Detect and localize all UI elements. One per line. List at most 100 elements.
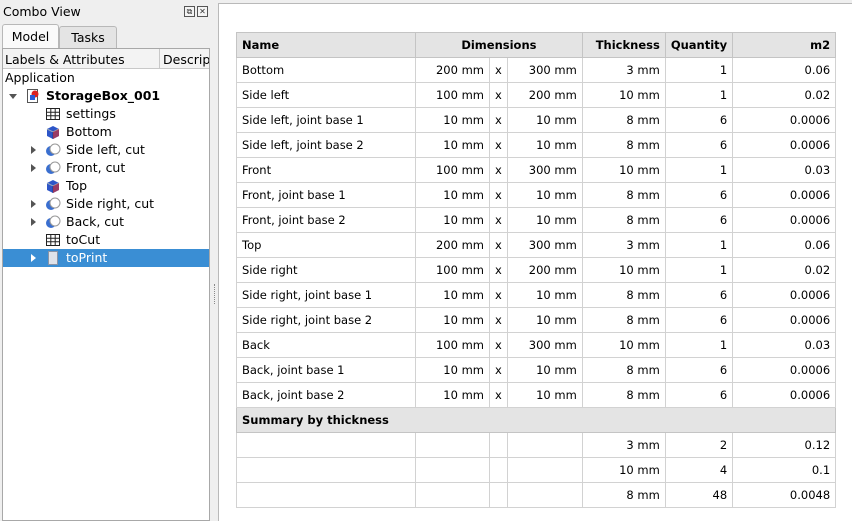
table-row: Side right, joint base 1 10 mm x 10 mm 8 mm 6… bbox=[236, 282, 837, 308]
cell-thickness: 10 mm bbox=[581, 157, 666, 183]
summary-row: 8 mm 48 0.0048 bbox=[236, 482, 837, 508]
cell-name: Top bbox=[236, 232, 416, 258]
tree-item-label: Side right, cut bbox=[66, 196, 155, 211]
cell-dimension-2: 10 mm bbox=[506, 107, 583, 133]
tree-item[interactable]: settings bbox=[3, 105, 209, 123]
cell-empty bbox=[236, 457, 416, 483]
cell-empty bbox=[236, 432, 416, 458]
tree-item[interactable]: Side left, cut bbox=[3, 141, 209, 159]
spreadsheet-print-view: Name Dimensions Thickness Quantity m2 Bo… bbox=[218, 3, 852, 521]
cell-name: Side right bbox=[236, 257, 416, 283]
document-icon bbox=[25, 88, 41, 104]
cell-m2: 0.06 bbox=[732, 57, 837, 83]
box-icon bbox=[45, 124, 61, 140]
summary-title: Summary by thickness bbox=[235, 407, 837, 433]
column-header-labels[interactable]: Labels & Attributes bbox=[3, 49, 160, 69]
cell-empty bbox=[506, 482, 583, 508]
cell-times: x bbox=[489, 107, 508, 133]
summary-header-row: Summary by thickness bbox=[235, 407, 837, 433]
collapse-arrow-icon[interactable] bbox=[9, 94, 17, 99]
splitter-grip[interactable] bbox=[214, 284, 216, 304]
header-m2: m2 bbox=[732, 32, 837, 58]
cell-dimension-2: 10 mm bbox=[506, 357, 583, 383]
cell-m2: 0.0006 bbox=[732, 357, 837, 383]
header-name: Name bbox=[236, 32, 416, 58]
table-row: Back, joint base 2 10 mm x 10 mm 8 mm 6 0.0006 bbox=[236, 382, 837, 408]
cell-dimension-1: 200 mm bbox=[415, 57, 490, 83]
expand-arrow-icon[interactable] bbox=[31, 164, 36, 172]
tree-item-label: Top bbox=[66, 178, 88, 193]
cell-times: x bbox=[489, 382, 508, 408]
expand-arrow-icon[interactable] bbox=[31, 146, 36, 154]
tree-item-label: settings bbox=[66, 106, 116, 121]
cell-quantity: 1 bbox=[664, 82, 734, 108]
table-row: Back, joint base 1 10 mm x 10 mm 8 mm 6 0.0006 bbox=[236, 357, 837, 383]
cell-m2: 0.0006 bbox=[732, 207, 837, 233]
float-panel-button[interactable]: ⧉ bbox=[184, 6, 195, 17]
cell-dimension-1: 200 mm bbox=[415, 232, 490, 258]
cell-times: x bbox=[489, 307, 508, 333]
cell-dimension-2: 10 mm bbox=[506, 182, 583, 208]
tree-item[interactable]: Front, cut bbox=[3, 159, 209, 177]
tree-item-label: Side left, cut bbox=[66, 142, 145, 157]
page-icon bbox=[45, 250, 61, 266]
tree-item[interactable]: StorageBox_001 bbox=[3, 87, 209, 105]
model-tree[interactable]: Labels & Attributes Descript Application… bbox=[2, 48, 210, 521]
cell-times: x bbox=[489, 257, 508, 283]
cell-dimension-2: 300 mm bbox=[506, 232, 583, 258]
cell-empty bbox=[489, 482, 508, 508]
cell-thickness: 8 mm bbox=[581, 107, 666, 133]
cell-m2: 0.0006 bbox=[732, 382, 837, 408]
table-row: Front, joint base 2 10 mm x 10 mm 8 mm 6 0.000… bbox=[236, 207, 837, 233]
cell-m2: 0.0006 bbox=[732, 282, 837, 308]
tree-item[interactable]: toPrint bbox=[3, 249, 209, 267]
table-row: Side right, joint base 2 10 mm x 10 mm 8 mm 6… bbox=[236, 307, 837, 333]
tree-item[interactable]: Back, cut bbox=[3, 213, 209, 231]
cell-m2: 0.0006 bbox=[732, 132, 837, 158]
tree-item[interactable]: Top bbox=[3, 177, 209, 195]
cell-thickness: 8 mm bbox=[581, 182, 666, 208]
cell-times: x bbox=[489, 282, 508, 308]
table-row: Side left 100 mm x 200 mm 10 mm 1 0.02 bbox=[236, 82, 837, 108]
tree-item[interactable]: Side right, cut bbox=[3, 195, 209, 213]
tree-item[interactable]: toCut bbox=[3, 231, 209, 249]
column-header-description[interactable]: Descript bbox=[160, 49, 209, 69]
cell-quantity: 1 bbox=[664, 57, 734, 83]
tree-application-root[interactable]: Application bbox=[5, 70, 75, 85]
cell-thickness: 8 mm bbox=[581, 307, 666, 333]
spreadsheet-icon bbox=[45, 232, 61, 248]
cell-times: x bbox=[489, 182, 508, 208]
cell-thickness: 10 mm bbox=[581, 257, 666, 283]
tree-item[interactable]: Bottom bbox=[3, 123, 209, 141]
cell-dimension-2: 300 mm bbox=[506, 332, 583, 358]
cell-dimension-1: 100 mm bbox=[415, 82, 490, 108]
table-row: Top 200 mm x 300 mm 3 mm 1 0.06 bbox=[236, 232, 837, 258]
cell-name: Side right, joint base 1 bbox=[236, 282, 416, 308]
expand-arrow-icon[interactable] bbox=[31, 218, 36, 226]
tree-item-label: StorageBox_001 bbox=[46, 88, 161, 103]
cell-quantity: 6 bbox=[664, 382, 734, 408]
cell-m2: 0.03 bbox=[732, 332, 837, 358]
tab-tasks[interactable]: Tasks bbox=[59, 26, 117, 48]
tree-item-label: toCut bbox=[66, 232, 101, 247]
table-row: Side left, joint base 1 10 mm x 10 mm 8 mm 6 0… bbox=[236, 107, 837, 133]
combo-tabs: Model Tasks bbox=[0, 24, 213, 49]
tree-header: Labels & Attributes Descript bbox=[3, 49, 209, 69]
expand-arrow-icon[interactable] bbox=[31, 200, 36, 208]
tab-model[interactable]: Model bbox=[2, 24, 59, 49]
expand-arrow-icon[interactable] bbox=[31, 254, 36, 262]
cell-name: Side right, joint base 2 bbox=[236, 307, 416, 333]
cell-thickness: 8 mm bbox=[581, 207, 666, 233]
cell-thickness: 8 mm bbox=[581, 382, 666, 408]
spreadsheet-icon bbox=[45, 106, 61, 122]
cell-empty bbox=[506, 432, 583, 458]
cell-name: Bottom bbox=[236, 57, 416, 83]
cell-dimension-2: 200 mm bbox=[506, 257, 583, 283]
cell-name: Front bbox=[236, 157, 416, 183]
cell-dimension-2: 10 mm bbox=[506, 382, 583, 408]
summary-row: 10 mm 4 0.1 bbox=[236, 457, 837, 483]
cell-dimension-2: 10 mm bbox=[506, 307, 583, 333]
close-panel-button[interactable]: ✕ bbox=[197, 6, 208, 17]
cell-name: Side left bbox=[236, 82, 416, 108]
summary-row: 3 mm 2 0.12 bbox=[236, 432, 837, 458]
